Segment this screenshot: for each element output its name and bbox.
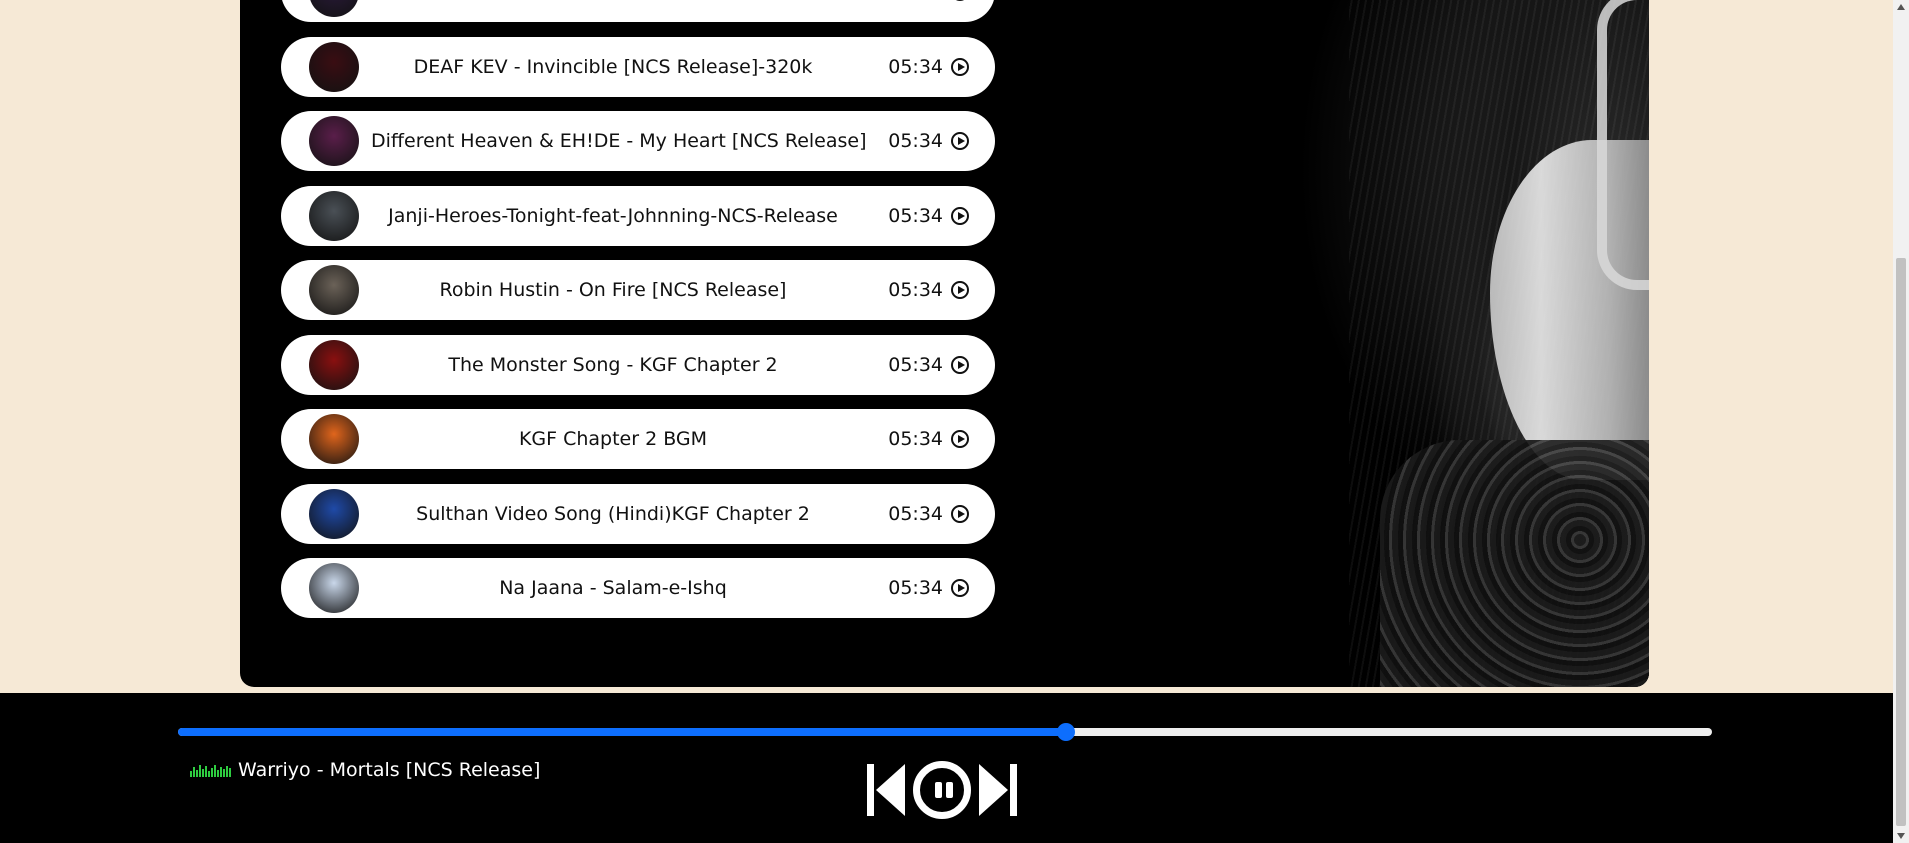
- song-duration: 05:34: [888, 502, 943, 525]
- song-title: The Monster Song - KGF Chapter 2: [448, 353, 778, 376]
- song-thumbnail: [309, 116, 359, 166]
- song-title: Sulthan Video Song (Hindi)KGF Chapter 2: [416, 502, 810, 525]
- song-item[interactable]: DEAF KEV - Invincible [NCS Release]-320k…: [281, 36, 995, 97]
- scrollbar-thumb[interactable]: [1896, 258, 1906, 826]
- equalizer-bar: [214, 765, 216, 777]
- play-circle-icon[interactable]: [951, 355, 969, 374]
- song-thumbnail: [309, 488, 359, 539]
- song-duration: 05:34: [888, 55, 943, 78]
- song-duration: 05:34: [888, 353, 943, 376]
- thumbnail-art: [309, 0, 359, 17]
- song-duration: 05:34: [888, 428, 943, 450]
- equalizer-bar: [220, 767, 222, 777]
- song-duration: 05:34: [888, 204, 943, 227]
- play-circle-icon[interactable]: [951, 281, 969, 299]
- thumbnail-art: [309, 190, 359, 241]
- equalizer-bar: [196, 770, 198, 777]
- song-title: KGF Chapter 2 BGM: [518, 428, 708, 450]
- equalizer-bar: [226, 766, 228, 777]
- photo-headphone: [1597, 0, 1649, 290]
- song-thumbnail: [309, 265, 359, 315]
- equalizer-bar: [205, 766, 207, 777]
- song-item[interactable]: Robin Hustin - On Fire [NCS Release] 05:…: [281, 260, 995, 320]
- now-playing: Warriyo - Mortals [NCS Release]: [190, 759, 540, 781]
- play-circle-icon[interactable]: [951, 430, 969, 448]
- play-circle-icon[interactable]: [951, 57, 969, 76]
- song-duration: 05:34: [888, 130, 943, 152]
- photo-jacket: [1380, 440, 1649, 687]
- cover-photo: [1260, 0, 1649, 687]
- skip-previous-icon[interactable]: [867, 764, 905, 816]
- song-thumbnail: [309, 41, 359, 92]
- thumbnail-art: [309, 563, 359, 613]
- pause-circle-icon[interactable]: [913, 761, 971, 819]
- progress-knob[interactable]: [1057, 723, 1076, 741]
- equalizer-bar: [190, 771, 192, 777]
- song-thumbnail: [309, 339, 359, 390]
- play-circle-icon[interactable]: [951, 579, 969, 597]
- song-title: Na Jaana - Salam-e-Ishq: [499, 577, 727, 599]
- bottom-player: Warriyo - Mortals [NCS Release]: [0, 693, 1893, 843]
- song-item[interactable]: Different Heaven & EH!DE - My Heart [NCS…: [281, 111, 995, 171]
- song-title: Cielo - Huma-Huma: [371, 0, 855, 22]
- song-title: DEAF KEV - Invincible [NCS Release]-320k: [413, 55, 813, 78]
- song-item[interactable]: Cielo - Huma-Huma 05:34: [281, 0, 995, 22]
- song-duration: 05:34: [888, 577, 943, 599]
- progress-bar[interactable]: [178, 723, 1712, 741]
- song-thumbnail: [309, 0, 359, 17]
- song-item[interactable]: Na Jaana - Salam-e-Ishq 05:34: [281, 558, 995, 618]
- equalizer-bar: [217, 770, 219, 777]
- song-item[interactable]: Sulthan Video Song (Hindi)KGF Chapter 2 …: [281, 483, 995, 544]
- song-item[interactable]: The Monster Song - KGF Chapter 2 05:34: [281, 334, 995, 395]
- song-title: Robin Hustin - On Fire [NCS Release]: [439, 279, 787, 301]
- song-item[interactable]: KGF Chapter 2 BGM 05:34: [281, 409, 995, 469]
- now-playing-title: Warriyo - Mortals [NCS Release]: [238, 759, 541, 781]
- equalizer-bar: [208, 771, 210, 777]
- equalizer-bar: [211, 768, 213, 777]
- thumbnail-art: [309, 116, 359, 166]
- thumbnail-art: [309, 41, 359, 92]
- play-circle-icon[interactable]: [951, 132, 969, 150]
- play-circle-icon[interactable]: [951, 206, 969, 225]
- equalizer-bar: [199, 765, 201, 777]
- thumbnail-art: [309, 414, 359, 464]
- song-thumbnail: [309, 563, 359, 613]
- equalizer-bar: [202, 769, 204, 777]
- scroll-up-icon[interactable]: [1897, 4, 1905, 10]
- song-thumbnail: [309, 414, 359, 464]
- song-list: Cielo - Huma-Huma 05:34 DEAF KEV - Invin…: [281, 0, 995, 633]
- song-duration: 05:34: [888, 0, 943, 22]
- page-scrollbar[interactable]: [1893, 0, 1909, 843]
- scroll-down-icon[interactable]: [1897, 833, 1905, 839]
- thumbnail-art: [309, 339, 359, 390]
- equalizer-bar: [229, 768, 231, 777]
- play-circle-icon[interactable]: [951, 504, 969, 523]
- progress-fill: [178, 728, 1067, 736]
- playback-controls: [867, 761, 1017, 819]
- equalizer-icon: [190, 763, 232, 777]
- song-duration: 05:34: [888, 279, 943, 301]
- song-title: Different Heaven & EH!DE - My Heart [NCS…: [371, 130, 867, 152]
- thumbnail-art: [309, 488, 359, 539]
- song-thumbnail: [309, 190, 359, 241]
- play-circle-icon[interactable]: [951, 0, 969, 1]
- thumbnail-art: [309, 265, 359, 315]
- equalizer-bar: [223, 769, 225, 777]
- equalizer-bar: [193, 767, 195, 777]
- skip-next-icon[interactable]: [979, 764, 1017, 816]
- song-title: Janji-Heroes-Tonight-feat-Johnning-NCS-R…: [388, 204, 838, 227]
- song-item[interactable]: Janji-Heroes-Tonight-feat-Johnning-NCS-R…: [281, 185, 995, 246]
